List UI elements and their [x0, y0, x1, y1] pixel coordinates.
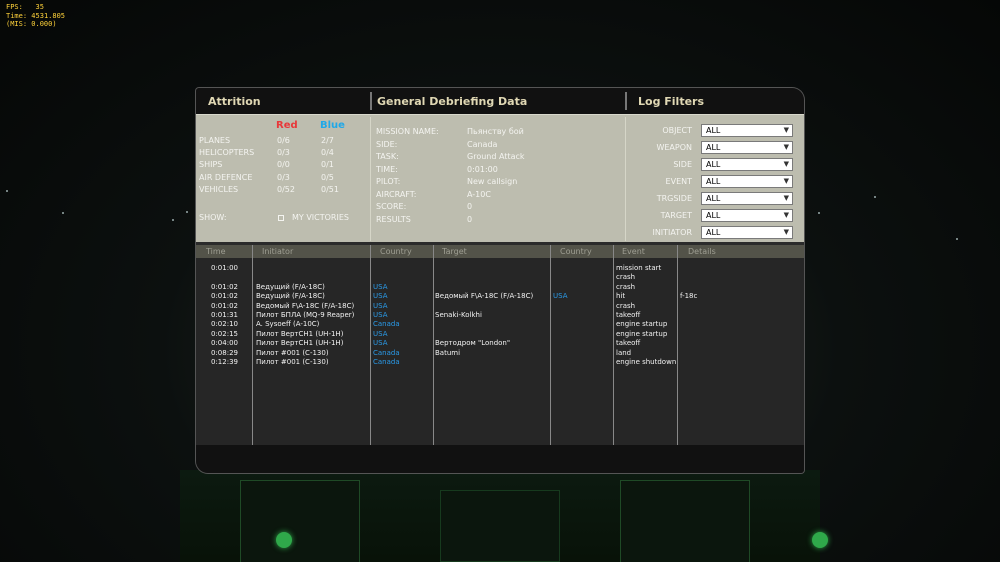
col-header-event[interactable]: Event	[622, 247, 645, 256]
col-header-time[interactable]: Time	[206, 247, 226, 256]
attrition-red-value: 0/3	[277, 173, 290, 182]
log-table-body: 0:01:00 mission start crash 0:01:02 Ведущи…	[196, 258, 804, 445]
debrief-value: A-10C	[467, 190, 491, 199]
table-row[interactable]: 0:01:02 Ведущий (F/A-18C) USA Ведомый F\A-1…	[196, 292, 804, 301]
red-side-header: Red	[276, 120, 298, 131]
log-table-header: Time Initiator Country Target Country Ev…	[196, 245, 804, 258]
attrition-red-value: 0/6	[277, 136, 290, 145]
table-row[interactable]: 0:01:02 Ведомый F\A-18C (F/A-18C) USA crash	[196, 302, 804, 311]
debrief-label: TASK:	[376, 152, 399, 161]
debrief-value: 0:01:00	[467, 165, 498, 174]
table-row[interactable]: 0:02:10 A. Sysoeff (A-10C) Canada engine st…	[196, 320, 804, 329]
filter-label-initiator: INITIATOR	[652, 228, 692, 237]
column-divider	[550, 245, 551, 445]
attrition-blue-value: 0/4	[321, 148, 334, 157]
show-label: SHOW:	[199, 213, 227, 222]
debrief-label: SIDE:	[376, 140, 398, 149]
debrief-label: SCORE:	[376, 202, 407, 211]
cockpit-background	[180, 470, 828, 562]
debriefing-window: Attrition General Debriefing Data Log Fi…	[196, 88, 804, 473]
debrief-value: 0	[467, 215, 473, 224]
section-titlebar: Attrition General Debriefing Data Log Fi…	[196, 88, 804, 114]
debrief-value: 0	[467, 202, 473, 211]
attrition-blue-value: 0/51	[321, 185, 339, 194]
table-row[interactable]: 0:01:02 Ведущий (F/A-18C) USA crash	[196, 283, 804, 292]
attrition-row-label: VEHICLES	[199, 185, 239, 194]
debrief-label: MISSION NAME:	[376, 127, 439, 136]
fps-overlay: FPS: 35 Time: 4531.805 (MIS: 0.000)	[6, 3, 66, 28]
column-divider	[433, 245, 434, 445]
filter-select-event[interactable]: ALL ▼	[701, 175, 793, 188]
filters-title: Log Filters	[638, 95, 705, 108]
summary-panel: Red Blue PLANES 0/6 2/7 HELICOPTERS 0/3 …	[196, 114, 804, 242]
table-row[interactable]: 0:02:15 Пилот ВертСН1 (UH-1H) USA engine st…	[196, 330, 804, 339]
filter-select-weapon[interactable]: ALL ▼	[701, 141, 793, 154]
attrition-blue-value: 0/5	[321, 173, 334, 182]
filter-label-target: TARGET	[660, 211, 692, 220]
chevron-down-icon: ▼	[783, 126, 789, 134]
attrition-red-value: 0/0	[277, 160, 290, 169]
filter-select-object[interactable]: ALL ▼	[701, 124, 793, 137]
blue-side-header: Blue	[320, 120, 345, 131]
col-header-country[interactable]: Country	[380, 247, 412, 256]
debrief-label: RESULTS	[376, 215, 411, 224]
chevron-down-icon: ▼	[783, 177, 789, 185]
filter-select-side[interactable]: ALL ▼	[701, 158, 793, 171]
debrief-title: General Debriefing Data	[377, 95, 528, 108]
chevron-down-icon: ▼	[783, 211, 789, 219]
filter-label-weapon: WEAPON	[656, 143, 692, 152]
my-victories-checkbox[interactable]	[278, 215, 284, 221]
filter-label-side: SIDE	[673, 160, 692, 169]
debrief-label: TIME:	[376, 165, 398, 174]
column-divider	[370, 245, 371, 445]
filter-select-initiator[interactable]: ALL ▼	[701, 226, 793, 239]
chevron-down-icon: ▼	[783, 160, 789, 168]
debrief-value: Пьянству бой	[467, 127, 524, 136]
attrition-blue-value: 0/1	[321, 160, 334, 169]
filter-select-trgside[interactable]: ALL ▼	[701, 192, 793, 205]
attrition-blue-value: 2/7	[321, 136, 334, 145]
title-divider	[370, 92, 372, 110]
column-divider	[370, 117, 371, 241]
attrition-row-label: AIR DEFENCE	[199, 173, 253, 182]
debrief-label: AIRCRAFT:	[376, 190, 417, 199]
debrief-label: PILOT:	[376, 177, 401, 186]
filter-label-object: OBJECT	[662, 126, 692, 135]
filter-select-target[interactable]: ALL ▼	[701, 209, 793, 222]
chevron-down-icon: ▼	[783, 143, 789, 151]
attrition-row-label: HELICOPTERS	[199, 148, 255, 157]
my-victories-label[interactable]: MY VICTORIES	[292, 213, 349, 222]
debrief-value: New callsign	[467, 177, 518, 186]
attrition-red-value: 0/52	[277, 185, 295, 194]
attrition-row-label: PLANES	[199, 136, 231, 145]
debrief-value: Canada	[467, 140, 498, 149]
table-row[interactable]: 0:04:00 Пилот ВертСН1 (UH-1H) USA Вертодром…	[196, 339, 804, 348]
col-header-initiator[interactable]: Initiator	[262, 247, 293, 256]
col-header-target[interactable]: Target	[442, 247, 467, 256]
table-row[interactable]: 0:08:29 Пилот #001 (C-130) Canada Batumi lan…	[196, 349, 804, 358]
title-divider	[625, 92, 627, 110]
attrition-title: Attrition	[208, 95, 261, 108]
filter-label-event: EVENT	[665, 177, 692, 186]
col-header-details[interactable]: Details	[688, 247, 716, 256]
column-divider	[677, 245, 678, 445]
table-row[interactable]: crash	[196, 273, 804, 282]
window-bottom-bar	[196, 445, 804, 473]
column-divider	[613, 245, 614, 445]
table-row[interactable]: 0:12:39 Пилот #001 (C-130) Canada engine sh…	[196, 358, 804, 367]
attrition-red-value: 0/3	[277, 148, 290, 157]
attrition-row-label: SHIPS	[199, 160, 223, 169]
table-row[interactable]: 0:01:31 Пилот БПЛА (MQ-9 Reaper) USA Senaki…	[196, 311, 804, 320]
chevron-down-icon: ▼	[783, 228, 789, 236]
chevron-down-icon: ▼	[783, 194, 789, 202]
table-row[interactable]: 0:01:00 mission start	[196, 264, 804, 273]
debrief-value: Ground Attack	[467, 152, 525, 161]
col-header-target-country[interactable]: Country	[560, 247, 592, 256]
column-divider	[252, 245, 253, 445]
filter-label-trgside: TRGSIDE	[656, 194, 692, 203]
